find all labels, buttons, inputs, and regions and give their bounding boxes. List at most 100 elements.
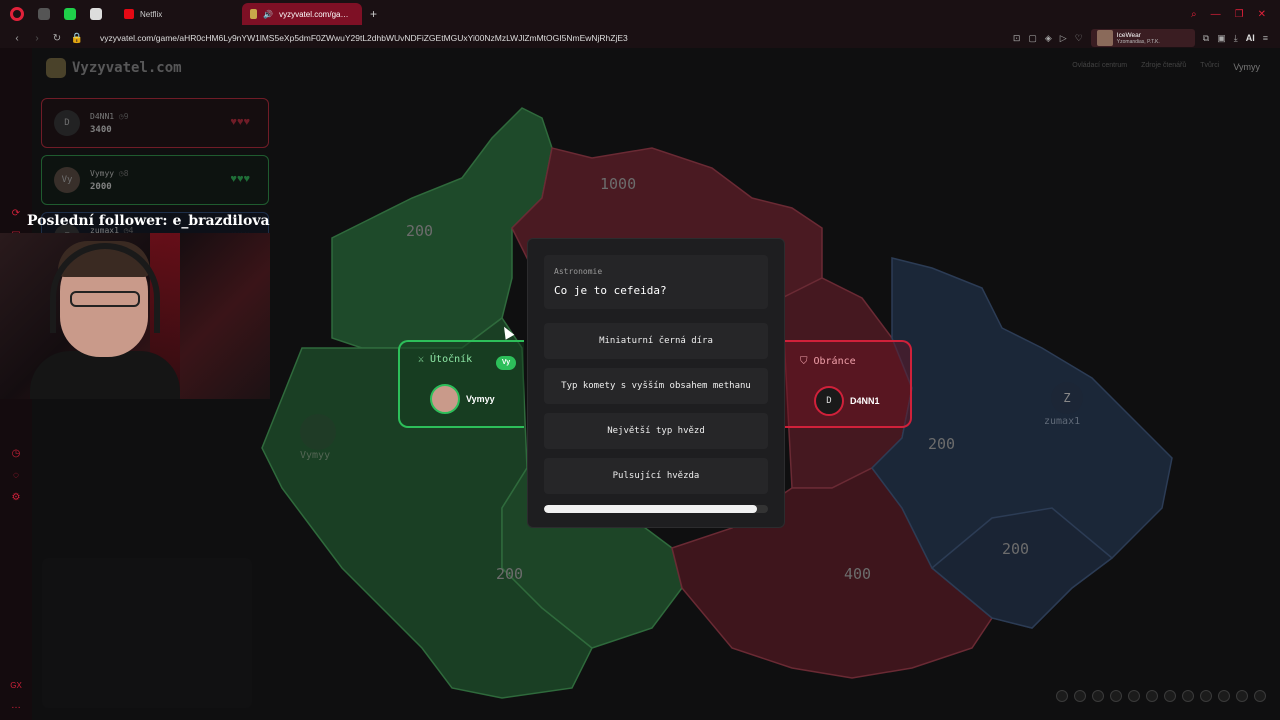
tab-title: vyzyvatel.com/game/aHR0cH xyxy=(279,9,354,19)
window-controls: ⌕ — ❐ ✕ xyxy=(1191,9,1280,20)
region-value: 200 xyxy=(1002,540,1029,558)
nav-link[interactable]: Tvůrci xyxy=(1200,62,1219,72)
tab-bar: Netflix 🔊 vyzyvatel.com/game/aHR0cH + ⌕ … xyxy=(0,0,1280,28)
nav-link[interactable]: Zdroje čtenářů xyxy=(1141,62,1186,72)
status-icon xyxy=(1164,690,1176,702)
status-icon xyxy=(1254,690,1266,702)
pin-icon[interactable]: ⊡ xyxy=(1013,33,1021,44)
player-card: D D4NN1 ◷9 3400 ♥♥♥ xyxy=(41,98,269,148)
heart-icon[interactable]: ♡ xyxy=(1075,33,1083,44)
logo-text: Vyzyvatel.com xyxy=(72,60,182,76)
answer-button[interactable]: Typ komety s vyšším obsahem methanu xyxy=(544,368,768,404)
history-icon[interactable]: ⟳ xyxy=(10,208,22,220)
answer-button[interactable]: Miniaturní černá díra xyxy=(544,323,768,359)
reload-icon[interactable]: ↻ xyxy=(48,33,66,44)
bottom-player-icons xyxy=(1056,690,1266,702)
speaker-icon[interactable]: 🔊 xyxy=(263,10,273,19)
status-icon xyxy=(1200,690,1212,702)
logo-icon xyxy=(46,58,66,78)
status-icon xyxy=(1146,690,1158,702)
opera-logo-icon[interactable] xyxy=(10,7,24,21)
shield-icon: ⛉ xyxy=(800,356,808,367)
attacker-label: ⚔ Útočník xyxy=(418,354,472,365)
zumax-map-marker: Z xyxy=(1051,382,1083,414)
status-icon xyxy=(1218,690,1230,702)
defender-panel: ⛉ Obránce D D4NN1 xyxy=(784,340,912,428)
play-icon[interactable]: ▷ xyxy=(1060,33,1067,44)
player-name: Vymyy xyxy=(90,168,115,178)
netflix-icon xyxy=(124,9,134,19)
you-badge: Vy xyxy=(496,356,516,370)
status-icon xyxy=(1056,690,1068,702)
download-icon[interactable]: ⤓ xyxy=(1234,33,1238,44)
browser-window: Netflix 🔊 vyzyvatel.com/game/aHR0cH + ⌕ … xyxy=(0,0,1280,720)
extensions-icon[interactable]: ⧉ xyxy=(1203,33,1209,44)
status-icon xyxy=(1128,690,1140,702)
streamer-body xyxy=(30,351,180,399)
settings-icon[interactable]: ⚙ xyxy=(10,492,22,504)
tab-netflix[interactable]: Netflix xyxy=(116,3,236,25)
lives-hearts-icon: ♥♥♥ xyxy=(230,173,250,185)
user-menu[interactable]: Vymyy xyxy=(1233,62,1260,72)
attacker-player: Vymyy xyxy=(430,384,495,414)
tab-vyzyvatel[interactable]: 🔊 vyzyvatel.com/game/aHR0cH xyxy=(242,3,362,25)
marker-label: Vymyy xyxy=(300,450,331,461)
extension-icon[interactable] xyxy=(90,8,102,20)
question-box: Astronomie Co je to cefeida? xyxy=(544,255,768,309)
clock-icon[interactable]: ◷ xyxy=(10,448,22,460)
answer-button[interactable]: Pulsující hvězda xyxy=(544,458,768,494)
minimize-icon[interactable]: — xyxy=(1211,9,1221,20)
tab-title: Netflix xyxy=(140,9,163,19)
webcam-overlay xyxy=(0,233,270,399)
region-value: 200 xyxy=(928,435,955,453)
last-follower-overlay: Poslední follower: e_brazdilova xyxy=(27,213,270,229)
region-value: 200 xyxy=(406,222,433,240)
snapshot-icon[interactable]: ▢ xyxy=(1028,33,1037,44)
marker-label: zumax1 xyxy=(1044,416,1081,427)
timer-bar-fill xyxy=(544,505,757,513)
attacker-name: Vymyy xyxy=(466,394,495,404)
workspaces-icon[interactable] xyxy=(38,8,50,20)
new-tab-button[interactable]: + xyxy=(370,7,377,21)
defender-name: D4NN1 xyxy=(850,396,880,406)
more-icon[interactable]: … xyxy=(10,700,22,712)
region-value: 400 xyxy=(844,565,871,583)
back-icon[interactable]: ‹ xyxy=(8,33,26,44)
site-logo[interactable]: Vyzyvatel.com xyxy=(46,58,182,78)
toolbar-icons: ⊡ ▢ ◈ ▷ ♡ IceWear Yzomandias, P.T.K. ⧉ ▣… xyxy=(1013,29,1280,47)
nav-link[interactable]: Ovládací centrum xyxy=(1072,62,1127,72)
lock-icon: 🔒 xyxy=(70,32,84,44)
top-nav: Ovládací centrum Zdroje čtenářů Tvůrci V… xyxy=(1072,62,1260,72)
question-category: Astronomie xyxy=(554,267,603,276)
chat-panel xyxy=(42,558,252,708)
avatar: D xyxy=(54,110,80,136)
player-level: 8 xyxy=(123,168,129,178)
profile-widget[interactable]: IceWear Yzomandias, P.T.K. xyxy=(1090,29,1195,47)
search-tabs-icon[interactable]: ⌕ xyxy=(1191,9,1197,20)
kick-icon[interactable] xyxy=(64,8,76,20)
status-icon xyxy=(1110,690,1122,702)
vyzyvatel-favicon-icon xyxy=(250,9,258,19)
defender-label-text: Obránce xyxy=(813,356,856,367)
status-icon xyxy=(1074,690,1086,702)
vymyy-map-marker xyxy=(300,414,336,450)
defender-player: D D4NN1 xyxy=(814,386,880,416)
forward-icon[interactable]: › xyxy=(28,33,46,44)
avatar: D xyxy=(814,386,844,416)
player-level: 9 xyxy=(123,111,129,121)
vpn-icon[interactable]: ◈ xyxy=(1045,33,1052,44)
opera-gx-icon[interactable]: GX xyxy=(10,680,22,692)
address-bar: ‹ › ↻ 🔒 vyzyvatel.com/game/aHR0cHM6Ly9nY… xyxy=(0,28,1280,48)
ai-button[interactable]: AI xyxy=(1246,33,1255,43)
profile-avatar xyxy=(1096,30,1113,46)
wallet-icon[interactable]: ▣ xyxy=(1217,33,1226,44)
maximize-icon[interactable]: ❐ xyxy=(1235,9,1244,20)
player-score: 2000 xyxy=(90,181,112,192)
messenger-icon[interactable]: ◌ xyxy=(10,470,22,482)
avatar xyxy=(430,384,460,414)
player-card: Vy Vymyy ◷8 2000 ♥♥♥ xyxy=(41,155,269,205)
answer-button[interactable]: Největší typ hvězd xyxy=(544,413,768,449)
menu-icon[interactable]: ≡ xyxy=(1263,33,1268,43)
url-field[interactable]: vyzyvatel.com/game/aHR0cHM6Ly9nYW1lMS5eX… xyxy=(100,33,628,43)
close-icon[interactable]: ✕ xyxy=(1258,9,1266,20)
